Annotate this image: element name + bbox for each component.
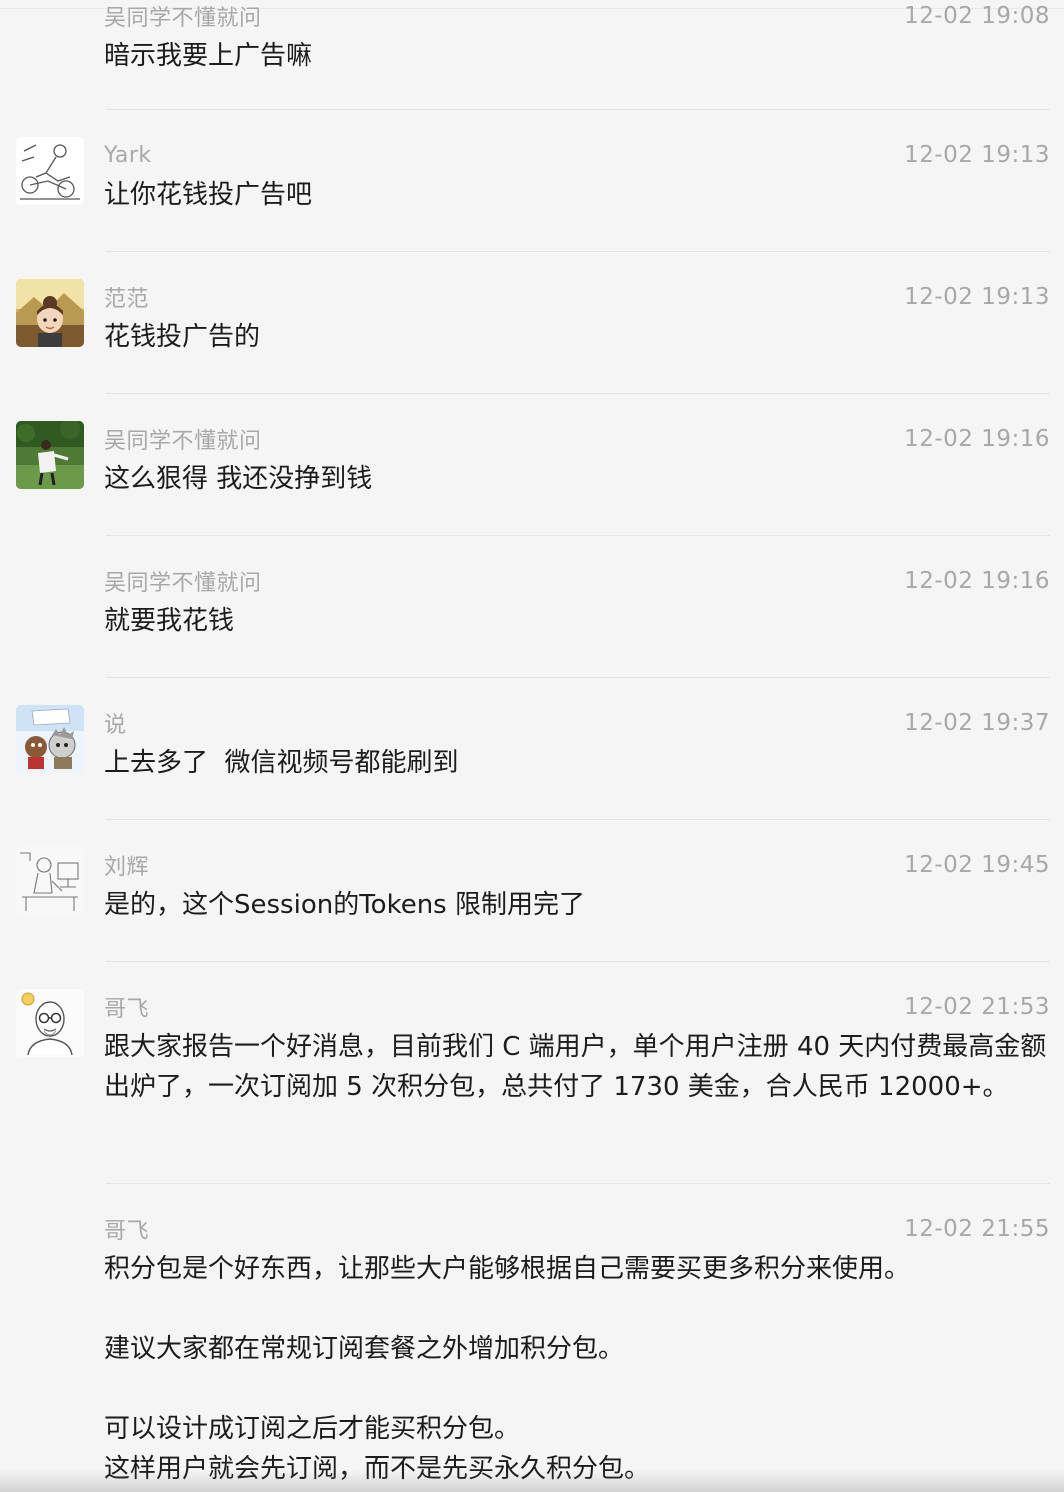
sender-name[interactable]: 范范: [104, 281, 149, 313]
message-text: 暗示我要上广告嘛: [104, 41, 313, 71]
sender-name[interactable]: 哥飞: [104, 1213, 149, 1245]
message-meta: 哥飞 12-02 21:53: [104, 991, 1050, 1023]
message-text: 这么狠得 我还没挣到钱: [104, 464, 373, 494]
chat-message-list[interactable]: 吴同学不懂就问 12-02 19:08 暗示我要上广告嘛 Yark 12-02 …: [0, 0, 1064, 1492]
chat-message[interactable]: 哥飞 12-02 21:55 积分包是个好东西，让那些大户能够根据自己需要买更多…: [0, 1184, 1064, 1492]
message-meta: 吴同学不懂就问 12-02 19:08: [104, 0, 1050, 32]
message-time: 12-02 21:55: [904, 1216, 1050, 1242]
sender-name[interactable]: 哥飞: [104, 991, 149, 1023]
message-time: 12-02 19:16: [904, 426, 1050, 452]
bald-glasses-man-avatar[interactable]: [16, 989, 84, 1057]
message-time: 12-02 19:16: [904, 568, 1050, 594]
message-meta: 范范 12-02 19:13: [104, 281, 1050, 313]
message-meta: 刘辉 12-02 19:45: [104, 849, 1050, 881]
chat-message[interactable]: 吴同学不懂就问 12-02 19:16 就要我花钱: [0, 536, 1064, 678]
message-text: 跟大家报告一个好消息，目前我们 C 端用户，单个用户注册 40 天内付费最高金额…: [104, 1032, 1047, 1102]
photo-outdoor-person-avatar[interactable]: [16, 421, 84, 489]
sender-name[interactable]: 吴同学不懂就问: [104, 0, 262, 32]
chat-message[interactable]: 吴同学不懂就问 12-02 19:16 这么狠得 我还没挣到钱: [0, 394, 1064, 536]
message-text: 花钱投广告的: [104, 322, 261, 352]
message-text: 就要我花钱: [104, 606, 235, 636]
message-meta: 吴同学不懂就问 12-02 19:16: [104, 565, 1050, 597]
message-time: 12-02 21:53: [904, 994, 1050, 1020]
sender-name[interactable]: 说: [104, 707, 127, 739]
chat-message[interactable]: 刘辉 12-02 19:45 是的，这个Session的Tokens 限制用完了: [0, 820, 1064, 962]
message-meta: 哥飞 12-02 21:55: [104, 1213, 1050, 1245]
chat-message[interactable]: 范范 12-02 19:13 花钱投广告的: [0, 252, 1064, 394]
cartoon-animals-avatar[interactable]: [16, 705, 84, 773]
sender-name[interactable]: 刘辉: [104, 849, 149, 881]
chat-message[interactable]: Yark 12-02 19:13 让你花钱投广告吧: [0, 110, 1064, 252]
message-text: 让你花钱投广告吧: [104, 180, 313, 210]
chat-message[interactable]: 哥飞 12-02 21:53 跟大家报告一个好消息，目前我们 C 端用户，单个用…: [0, 962, 1064, 1184]
cartoon-girl-avatar[interactable]: [16, 279, 84, 347]
message-meta: 说 12-02 19:37: [104, 707, 1050, 739]
message-text: 是的，这个Session的Tokens 限制用完了: [104, 890, 585, 920]
message-time: 12-02 19:37: [904, 710, 1050, 736]
chat-message[interactable]: 说 12-02 19:37 上去多了 微信视频号都能刷到: [0, 678, 1064, 820]
sender-name[interactable]: Yark: [104, 143, 152, 168]
message-text: 上去多了 微信视频号都能刷到: [104, 748, 459, 778]
sender-name[interactable]: 吴同学不懂就问: [104, 565, 262, 597]
sketch-cyclist-avatar[interactable]: [16, 137, 84, 205]
message-meta: Yark 12-02 19:13: [104, 139, 1050, 171]
message-time: 12-02 19:45: [904, 852, 1050, 878]
message-time: 12-02 19:08: [904, 3, 1050, 29]
chat-message[interactable]: 吴同学不懂就问 12-02 19:08 暗示我要上广告嘛: [0, 0, 1064, 110]
message-meta: 吴同学不懂就问 12-02 19:16: [104, 423, 1050, 455]
sketch-desk-avatar[interactable]: [16, 847, 84, 915]
message-time: 12-02 19:13: [904, 142, 1050, 168]
message-time: 12-02 19:13: [904, 284, 1050, 310]
message-text: 积分包是个好东西，让那些大户能够根据自己需要买更多积分来使用。 建议大家都在常规…: [104, 1254, 911, 1484]
sender-name[interactable]: 吴同学不懂就问: [104, 423, 262, 455]
